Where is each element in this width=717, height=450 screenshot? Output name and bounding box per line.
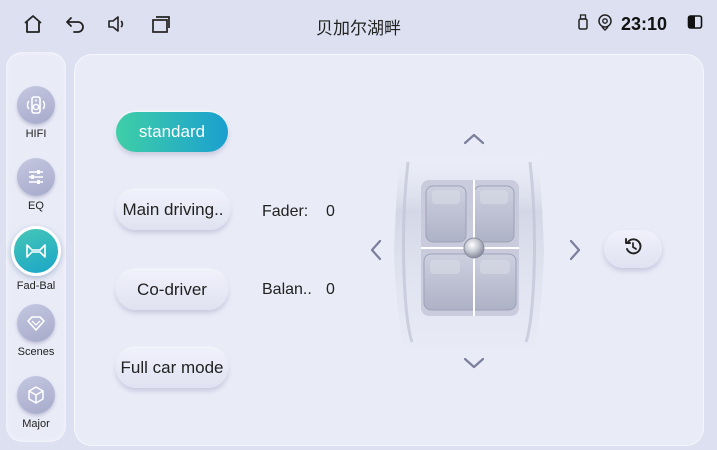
car-seat-map[interactable] bbox=[388, 154, 550, 346]
sidebar-item-label: EQ bbox=[28, 200, 44, 212]
co-driver-mode-button[interactable]: Co-driver bbox=[116, 270, 228, 310]
usb-icon bbox=[577, 13, 589, 36]
window-icon[interactable] bbox=[148, 11, 174, 37]
sidebar-item-major[interactable]: Major bbox=[6, 376, 66, 430]
volume-icon[interactable] bbox=[104, 11, 130, 37]
split-screen-icon[interactable] bbox=[687, 14, 703, 35]
balance-value: 0 bbox=[326, 281, 335, 298]
status-bar: 贝加尔湖畔 23:10 bbox=[0, 0, 717, 48]
full-car-mode-button[interactable]: Full car mode bbox=[116, 348, 228, 388]
sidebar-item-label: Fad-Bal bbox=[16, 280, 56, 292]
arrow-up-icon[interactable] bbox=[459, 124, 489, 154]
reset-button[interactable] bbox=[604, 230, 662, 268]
fader-balance-icon bbox=[11, 226, 61, 276]
sidebar-item-label: Scenes bbox=[17, 346, 55, 358]
main-driving-mode-button[interactable]: Main driving.. bbox=[116, 190, 230, 230]
balance-label: Balan.. bbox=[262, 281, 312, 298]
location-icon bbox=[597, 13, 613, 36]
fader-label: Fader: bbox=[262, 203, 309, 220]
arrow-down-icon[interactable] bbox=[459, 348, 489, 378]
sidebar-item-eq[interactable]: EQ bbox=[6, 158, 66, 212]
sidebar-item-scenes[interactable]: Scenes bbox=[6, 304, 66, 358]
back-icon[interactable] bbox=[62, 11, 88, 37]
clock: 23:10 bbox=[620, 13, 667, 34]
diamond-icon bbox=[17, 304, 55, 342]
cube-icon bbox=[17, 376, 55, 414]
arrow-right-icon[interactable] bbox=[560, 235, 590, 265]
arrow-left-icon[interactable] bbox=[361, 235, 391, 265]
standard-mode-button[interactable]: standard bbox=[116, 112, 228, 152]
reset-icon bbox=[623, 237, 643, 262]
home-icon[interactable] bbox=[20, 11, 46, 37]
sidebar-item-fad-bal[interactable]: Fad-Bal bbox=[6, 226, 66, 292]
fader-value: 0 bbox=[326, 203, 335, 220]
sidebar-item-hifi[interactable]: HIFI bbox=[6, 86, 66, 140]
sidebar-item-label: Major bbox=[22, 418, 50, 430]
speaker-icon bbox=[17, 86, 55, 124]
sliders-icon bbox=[17, 158, 55, 196]
sidebar-item-label: HIFI bbox=[25, 128, 47, 140]
